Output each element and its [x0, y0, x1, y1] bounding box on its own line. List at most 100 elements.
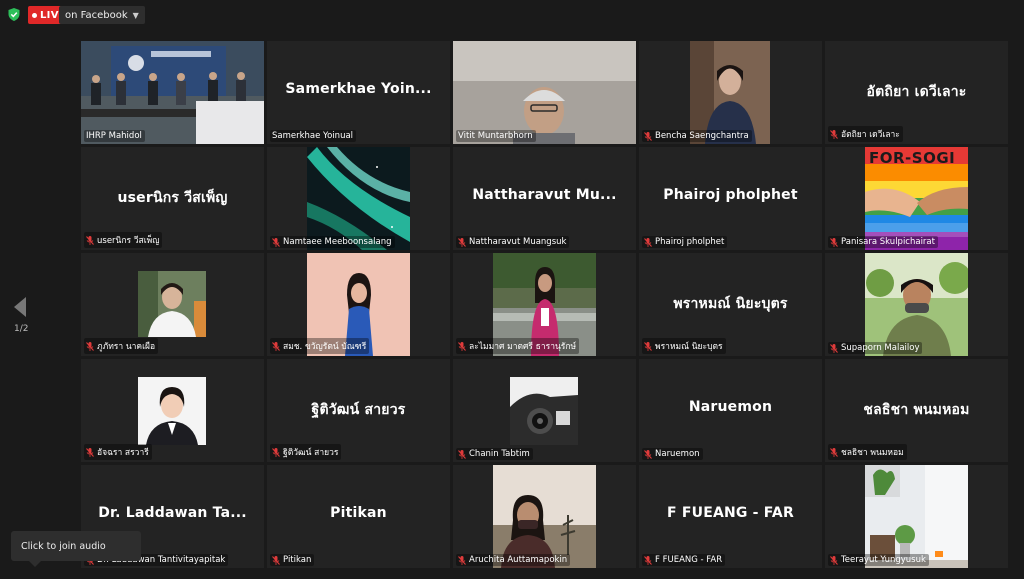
participant-tile[interactable]: สมช. ขวัญรัตน์ บัณฑรี — [267, 253, 450, 356]
participant-name: Teerayut Yungyusuk — [828, 554, 929, 566]
participant-name: IHRP Mahidol — [84, 130, 145, 142]
participant-name: อัตถิยา เดวีเลาะ — [828, 126, 903, 142]
participant-display-name: userนิกร วีสเพ็ญ — [117, 190, 228, 206]
muted-mic-icon — [86, 447, 94, 457]
muted-mic-icon — [272, 341, 280, 351]
participant-display-name: ชลธิชา พนมหอม — [863, 402, 970, 418]
muted-mic-icon — [644, 131, 652, 141]
participant-tile[interactable]: Namtaee Meeboonsalang — [267, 147, 450, 250]
participant-tile[interactable]: Aruchita Auttamapokin — [453, 465, 636, 568]
participant-tile[interactable]: ภูภัทรา นาคเผือ — [81, 253, 264, 356]
muted-mic-icon — [830, 237, 838, 247]
video-feed — [865, 465, 968, 568]
muted-mic-icon — [644, 555, 652, 565]
video-feed — [453, 41, 636, 144]
participant-tile[interactable]: Vitit Muntarbhorn — [453, 41, 636, 144]
participant-tile[interactable]: ฐิติวัฒน์ สายวร ฐิติวัฒน์ สายวร — [267, 359, 450, 462]
video-feed — [138, 377, 206, 445]
video-feed — [307, 147, 410, 250]
participant-name: F FUEANG - FAR — [642, 554, 726, 566]
participant-name: ละไมมาศ มาตศรี ธารานุรักษ์ — [456, 338, 580, 354]
video-feed — [865, 253, 968, 356]
participant-tile[interactable]: ชลธิชา พนมหอม ชลธิชา พนมหอม — [825, 359, 1008, 462]
participant-tile[interactable]: Supaporn Malailoy — [825, 253, 1008, 356]
video-feed — [493, 465, 596, 568]
participant-name: Samerkhae Yoinual — [270, 130, 357, 142]
participant-name: Naruemon — [642, 448, 703, 460]
participant-name: Bencha Saengchantra — [642, 130, 752, 142]
page-indicator: 1/2 — [14, 324, 29, 334]
participant-tile[interactable]: อัจฉรา สรวารี — [81, 359, 264, 462]
participant-tile[interactable]: userนิกร วีสเพ็ญ userนิกร วีสเพ็ญ — [81, 147, 264, 250]
participant-name: สมช. ขวัญรัตน์ บัณฑรี — [270, 338, 370, 354]
participant-tile[interactable]: Panisara Skulpichairat FOR-SOGI — [825, 147, 1008, 250]
muted-mic-icon — [830, 447, 838, 457]
video-feed — [138, 271, 206, 337]
participant-name: Namtaee Meeboonsalang — [270, 236, 395, 248]
participant-display-name: ฐิติวัฒน์ สายวร — [311, 402, 406, 418]
live-dot-icon — [32, 12, 37, 18]
participant-name: อัจฉรา สรวารี — [84, 444, 152, 460]
participant-grid: IHRP Mahidol Samerkhae Yoin... Samerkhae… — [81, 41, 1008, 569]
participant-tile[interactable]: Phairoj pholphet Phairoj pholphet — [639, 147, 822, 250]
participant-name: ชลธิชา พนมหอม — [828, 444, 907, 460]
chevron-down-icon: ▼ — [132, 10, 139, 20]
video-feed — [690, 41, 770, 144]
muted-mic-icon — [644, 449, 652, 459]
participant-tile[interactable]: IHRP Mahidol — [81, 41, 264, 144]
participant-display-name: Nattharavut Mu... — [472, 187, 617, 203]
participant-name: Supaporn Malailoy — [828, 342, 923, 354]
participant-display-name: อัตถิยา เดวีเลาะ — [866, 84, 967, 100]
participant-name: ฐิติวัฒน์ สายวร — [270, 444, 342, 460]
shield-icon[interactable] — [8, 8, 20, 21]
banner-text: FOR-SOGI — [869, 149, 956, 167]
previous-page-arrow-icon[interactable] — [12, 296, 28, 318]
muted-mic-icon — [86, 341, 94, 351]
participant-tile[interactable]: ละไมมาศ มาตศรี ธารานุรักษ์ — [453, 253, 636, 356]
live-destination-label: on Facebook — [65, 9, 128, 21]
participant-name: พราหมณ์ นิยะบุตร — [642, 338, 726, 354]
participant-tile[interactable]: พราหมณ์ นิยะบุตร พราหมณ์ นิยะบุตร — [639, 253, 822, 356]
muted-mic-icon — [458, 449, 466, 459]
live-destination-dropdown[interactable]: on Facebook ▼ — [59, 6, 145, 24]
participant-display-name: F FUEANG - FAR — [667, 505, 794, 521]
participant-tile[interactable]: อัตถิยา เดวีเลาะ อัตถิยา เดวีเลาะ — [825, 41, 1008, 144]
video-feed — [81, 41, 264, 144]
muted-mic-icon — [458, 237, 466, 247]
tooltip-text: Click to join audio — [21, 540, 106, 552]
participant-tile[interactable]: Chanin Tabtim — [453, 359, 636, 462]
participant-name: ภูภัทรา นาคเผือ — [84, 338, 159, 354]
participant-tile[interactable]: Naruemon Naruemon — [639, 359, 822, 462]
participant-tile[interactable]: Nattharavut Mu... Nattharavut Muangsuk — [453, 147, 636, 250]
participant-display-name: Pitikan — [330, 505, 387, 521]
participant-display-name: พราหมณ์ นิยะบุตร — [673, 296, 788, 312]
participant-display-name: Naruemon — [688, 399, 773, 415]
participant-display-name: Phairoj pholphet — [663, 187, 798, 203]
participant-tile[interactable]: Pitikan Pitikan — [267, 465, 450, 568]
participant-name: Phairoj pholphet — [642, 236, 728, 248]
muted-mic-icon — [272, 237, 280, 247]
participant-tile[interactable]: Bencha Saengchantra — [639, 41, 822, 144]
muted-mic-icon — [458, 341, 466, 351]
participant-name: Pitikan — [270, 554, 315, 566]
muted-mic-icon — [830, 129, 838, 139]
participant-name: Aruchita Auttamapokin — [456, 554, 571, 566]
participant-name: Panisara Skulpichairat — [828, 236, 938, 248]
participant-tile[interactable]: Samerkhae Yoin... Samerkhae Yoinual — [267, 41, 450, 144]
participant-name: Chanin Tabtim — [456, 448, 533, 460]
participant-display-name: Dr. Laddawan Ta... — [98, 505, 247, 521]
participant-name: Vitit Muntarbhorn — [456, 130, 536, 142]
top-bar: LIVE on Facebook ▼ — [0, 0, 1024, 30]
participant-display-name: Samerkhae Yoin... — [285, 81, 432, 97]
participant-tile[interactable]: Teerayut Yungyusuk — [825, 465, 1008, 568]
muted-mic-icon — [830, 555, 838, 565]
muted-mic-icon — [830, 343, 838, 353]
muted-mic-icon — [644, 237, 652, 247]
muted-mic-icon — [86, 235, 94, 245]
join-audio-tooltip[interactable]: Click to join audio — [11, 531, 141, 567]
video-feed — [510, 377, 578, 445]
participant-tile[interactable]: F FUEANG - FAR F FUEANG - FAR — [639, 465, 822, 568]
participant-name: Nattharavut Muangsuk — [456, 236, 570, 248]
muted-mic-icon — [458, 555, 466, 565]
participant-name: userนิกร วีสเพ็ญ — [84, 232, 163, 248]
